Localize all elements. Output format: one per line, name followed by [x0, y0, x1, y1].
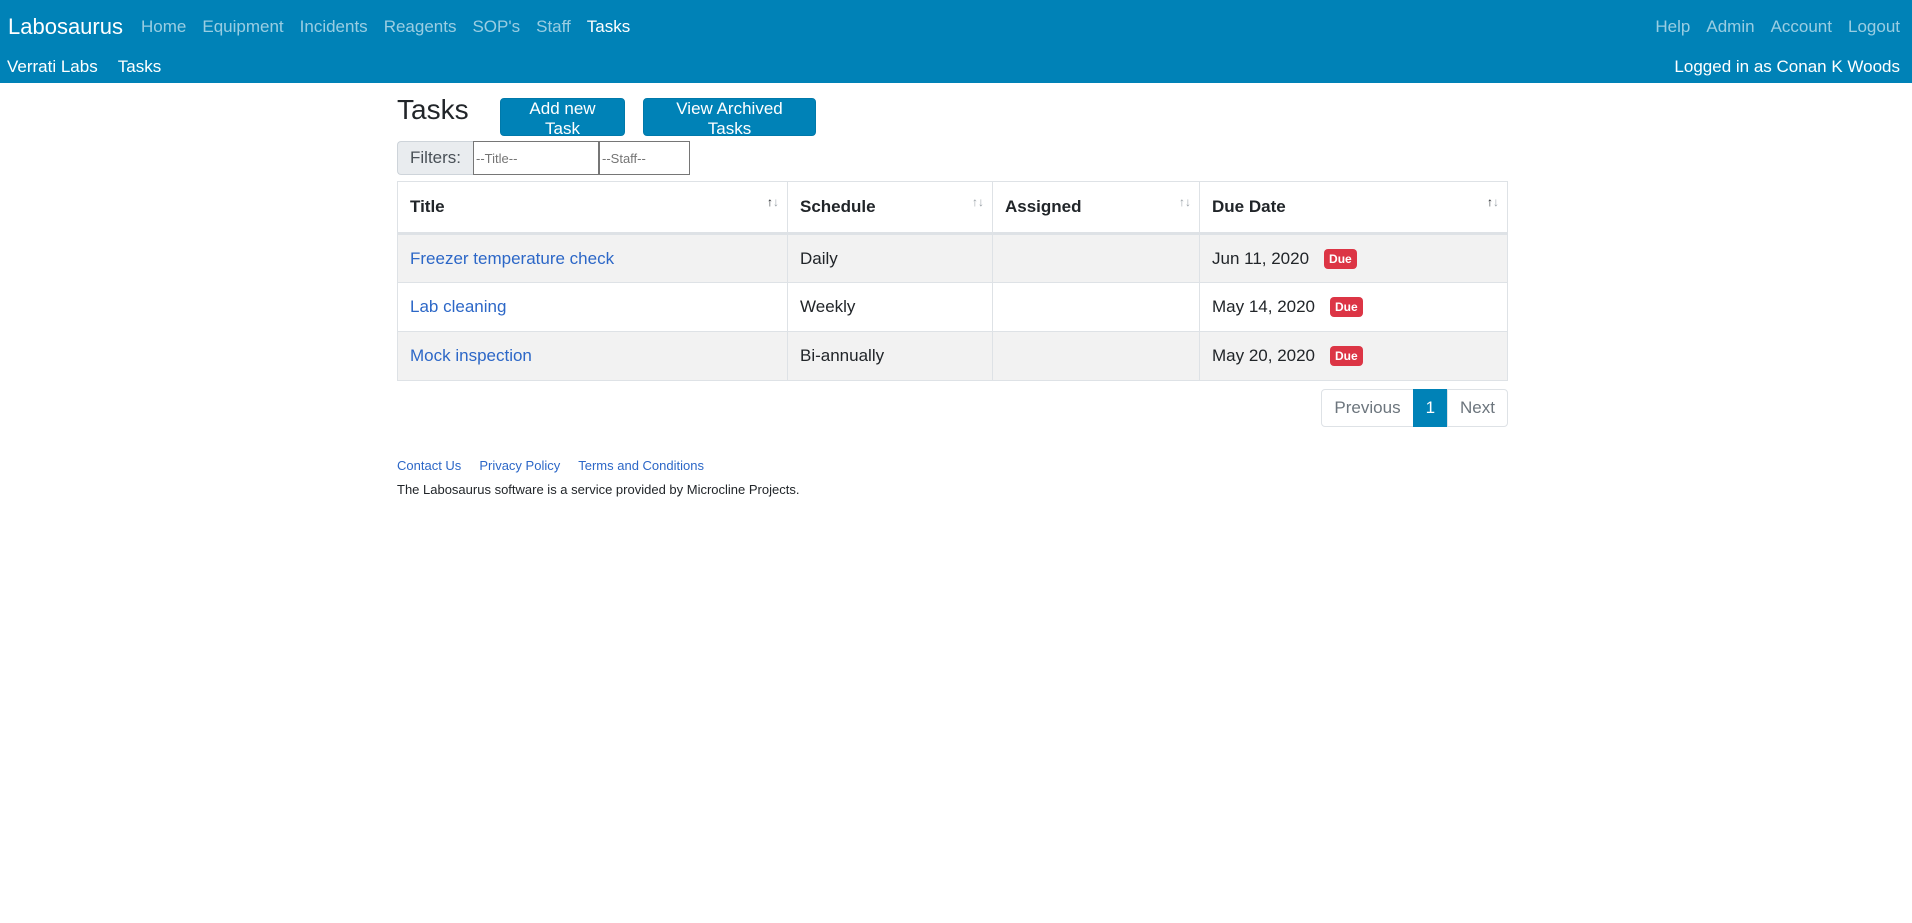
task-link[interactable]: Mock inspection	[410, 346, 532, 365]
table-row: Mock inspection Bi-annually May 20, 2020…	[397, 331, 1508, 381]
footer-links: Contact Us Privacy Policy Terms and Cond…	[397, 458, 722, 473]
filters-bar: Filters:	[397, 141, 690, 175]
status-badge: Due	[1330, 297, 1363, 317]
cell-due-date: May 14, 2020 Due	[1199, 282, 1508, 332]
cell-schedule: Weekly	[787, 282, 993, 332]
nav-tasks[interactable]: Tasks	[587, 17, 630, 37]
cell-due-date: May 20, 2020 Due	[1199, 331, 1508, 381]
header-assigned[interactable]: Assigned ↑↓	[992, 181, 1200, 235]
nav-home[interactable]: Home	[141, 17, 186, 37]
table-row: Freezer temperature check Daily Jun 11, …	[397, 233, 1508, 283]
nav-logout[interactable]: Logout	[1848, 17, 1900, 37]
previous-page-button[interactable]: Previous	[1321, 389, 1414, 427]
nav-incidents[interactable]: Incidents	[300, 17, 368, 37]
staff-filter-input[interactable]	[599, 141, 690, 175]
cell-schedule: Daily	[787, 233, 993, 283]
footer-note: The Labosaurus software is a service pro…	[397, 482, 800, 497]
sort-down-icon: ↓	[978, 195, 984, 209]
cell-assigned	[992, 282, 1200, 332]
header-due-date[interactable]: Due Date ↑↓	[1199, 181, 1508, 235]
logged-in-user: Logged in as Conan K Woods	[1674, 57, 1900, 76]
header-assigned-label: Assigned	[1005, 197, 1082, 216]
header-title-label: Title	[410, 197, 445, 216]
nav-admin[interactable]: Admin	[1706, 17, 1754, 37]
sort-arrows-icon[interactable]: ↑↓	[1487, 195, 1499, 209]
cell-title: Lab cleaning	[397, 282, 788, 332]
due-date-text: May 20, 2020	[1212, 346, 1316, 365]
due-date-text: Jun 11, 2020	[1212, 248, 1310, 268]
page-title: Tasks	[397, 94, 469, 125]
nav-help[interactable]: Help	[1655, 17, 1690, 37]
cell-due-date: Jun 11, 2020 Due	[1199, 233, 1508, 283]
privacy-policy-link[interactable]: Privacy Policy	[479, 458, 560, 473]
cell-assigned	[992, 233, 1200, 283]
sort-down-icon: ↓	[1185, 195, 1191, 209]
nav-equipment[interactable]: Equipment	[202, 17, 283, 37]
tasks-table: Title ↑↓ Schedule ↑↓ Assigned ↑↓ Due Dat…	[397, 181, 1508, 381]
header-schedule-label: Schedule	[800, 197, 876, 216]
terms-link[interactable]: Terms and Conditions	[578, 458, 704, 473]
breadcrumb-lab[interactable]: Verrati Labs	[7, 57, 98, 77]
nav-account[interactable]: Account	[1771, 17, 1832, 37]
sort-arrows-icon[interactable]: ↑↓	[767, 195, 779, 209]
pagination: Previous 1 Next	[1321, 389, 1508, 427]
table-row: Lab cleaning Weekly May 14, 2020 Due	[397, 282, 1508, 332]
nav-reagents[interactable]: Reagents	[384, 17, 457, 37]
view-archived-button[interactable]: View Archived Tasks	[643, 98, 816, 138]
cell-assigned	[992, 331, 1200, 381]
filters-label: Filters:	[397, 141, 473, 175]
cell-schedule: Bi-annually	[787, 331, 993, 381]
due-date-text: May 14, 2020	[1212, 297, 1316, 316]
main-nav: Home Equipment Incidents Reagents SOP's …	[141, 17, 646, 37]
title-filter-input[interactable]	[473, 141, 599, 175]
cell-title: Freezer temperature check	[397, 233, 788, 283]
next-page-button[interactable]: Next	[1447, 389, 1508, 427]
sort-arrows-icon[interactable]: ↑↓	[972, 195, 984, 209]
status-badge: Due	[1324, 248, 1357, 269]
breadcrumb-tasks[interactable]: Tasks	[118, 57, 161, 77]
nav-sops[interactable]: SOP's	[472, 17, 520, 37]
cell-title: Mock inspection	[397, 331, 788, 381]
sort-down-icon: ↓	[773, 195, 779, 209]
contact-us-link[interactable]: Contact Us	[397, 458, 461, 473]
add-task-button[interactable]: Add new Task	[500, 98, 625, 138]
brand-link[interactable]: Labosaurus	[8, 14, 123, 40]
header-schedule[interactable]: Schedule ↑↓	[787, 181, 993, 235]
sort-arrows-icon[interactable]: ↑↓	[1179, 195, 1191, 209]
header-due-date-label: Due Date	[1212, 197, 1286, 216]
header-title[interactable]: Title ↑↓	[397, 181, 788, 235]
status-badge: Due	[1330, 346, 1363, 366]
breadcrumb: Verrati Labs Tasks	[7, 57, 181, 77]
right-nav: Help Admin Account Logout	[1639, 17, 1900, 37]
top-navbar: Labosaurus Home Equipment Incidents Reag…	[0, 0, 1912, 83]
nav-staff[interactable]: Staff	[536, 17, 571, 37]
page-1-button[interactable]: 1	[1412, 389, 1449, 427]
task-link[interactable]: Freezer temperature check	[410, 249, 614, 268]
sort-down-icon: ↓	[1493, 195, 1499, 209]
task-link[interactable]: Lab cleaning	[410, 297, 506, 316]
